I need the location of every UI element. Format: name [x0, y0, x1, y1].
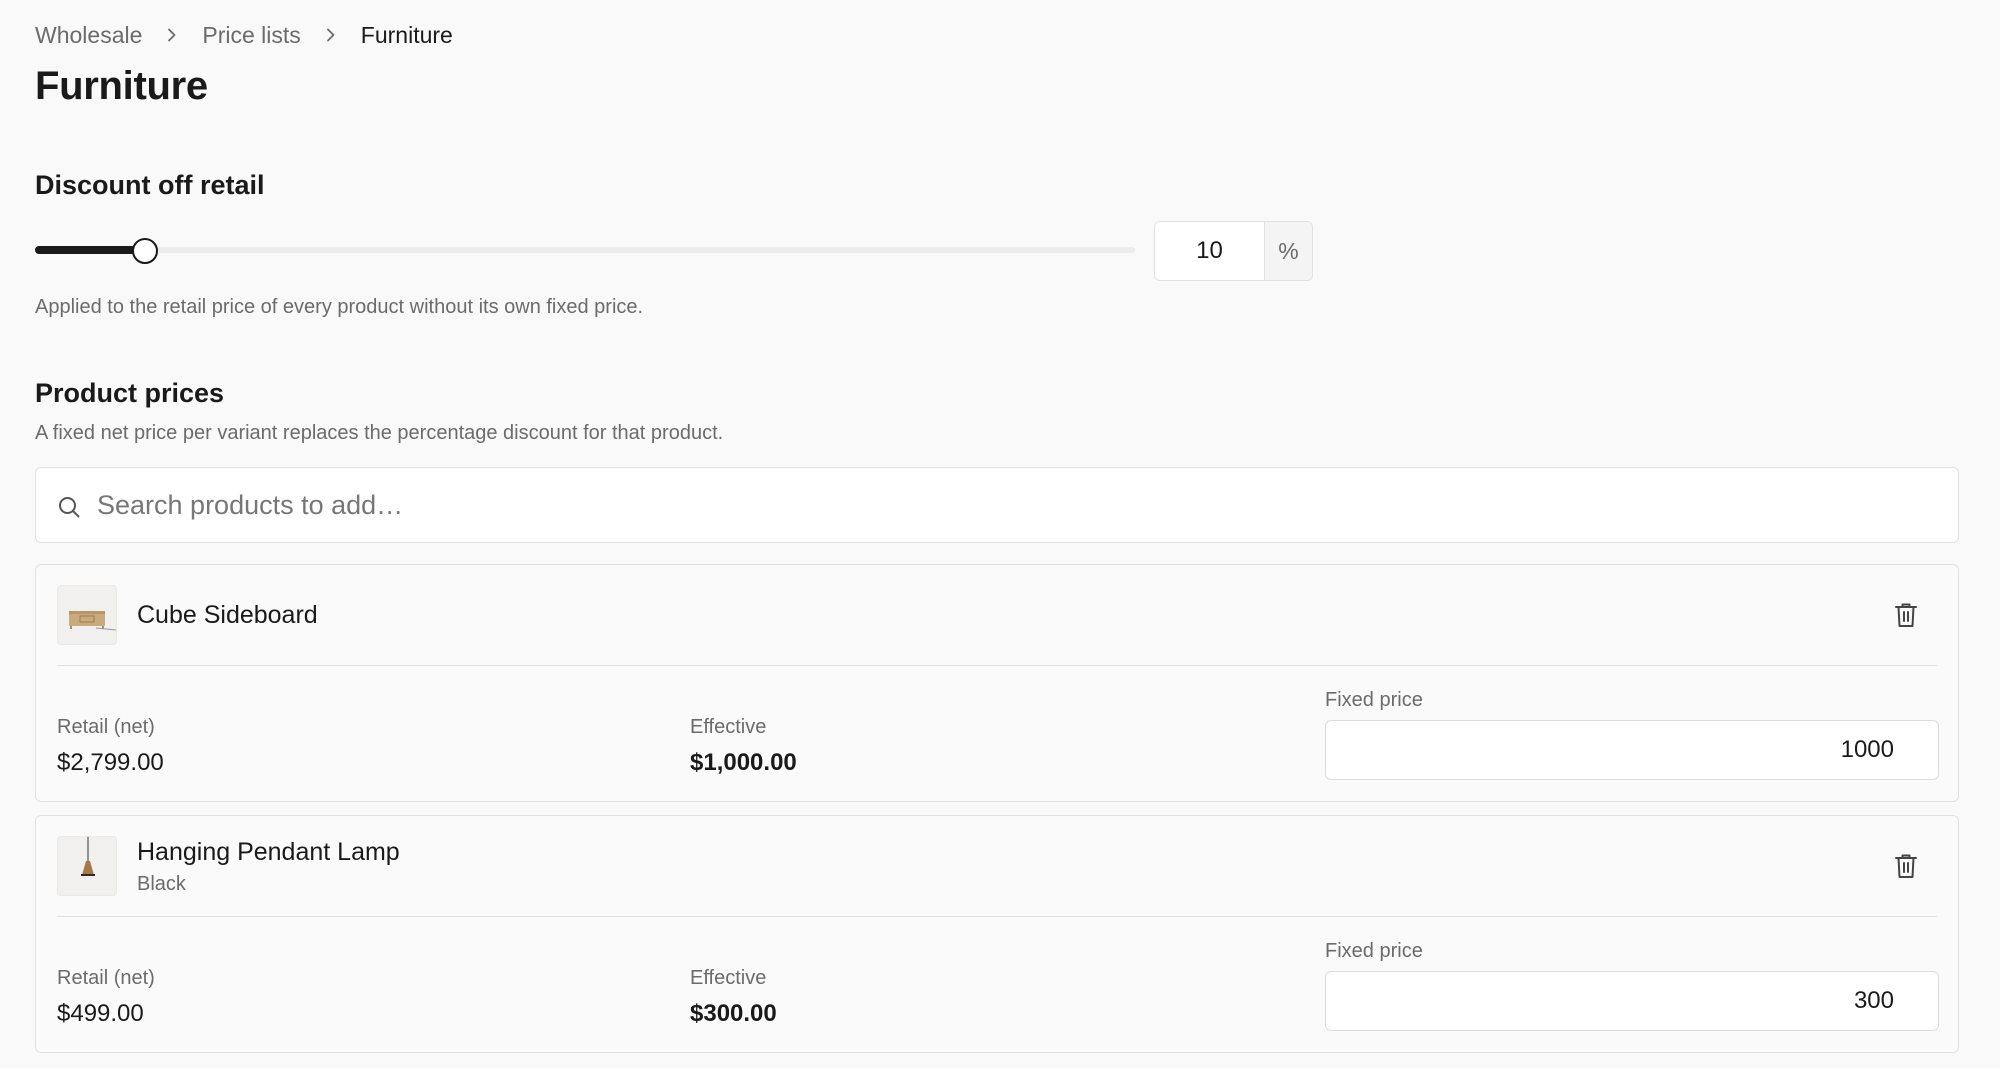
retail-label: Retail (net)	[57, 716, 155, 738]
product-name: Hanging Pendant Lamp	[137, 838, 400, 866]
pendant-lamp-thumbnail	[57, 836, 117, 896]
retail-value: $2,799.00	[57, 749, 164, 776]
discount-help-text: Applied to the retail price of every pro…	[35, 296, 644, 318]
discount-percent-field: %	[1154, 221, 1313, 281]
card-divider	[57, 916, 1937, 917]
page-title: Furniture	[35, 64, 208, 108]
fixed-price-input[interactable]	[1325, 720, 1939, 780]
effective-label: Effective	[690, 967, 767, 989]
price-list-page: Wholesale Price lists Furniture Furnitur…	[0, 0, 2000, 1068]
effective-value: $300.00	[690, 1000, 777, 1027]
sideboard-thumbnail	[57, 585, 117, 645]
delete-product-button[interactable]	[1892, 852, 1920, 880]
effective-label: Effective	[690, 716, 767, 738]
breadcrumb-price-lists[interactable]: Price lists	[202, 20, 300, 50]
product-prices-help-text: A fixed net price per variant replaces t…	[35, 422, 724, 444]
search-input[interactable]	[97, 468, 1937, 542]
effective-value: $1,000.00	[690, 749, 797, 776]
trash-icon	[1895, 603, 1917, 627]
discount-slider[interactable]	[35, 238, 1135, 264]
retail-label: Retail (net)	[57, 967, 155, 989]
card-divider	[57, 665, 1937, 666]
delete-product-button[interactable]	[1892, 601, 1920, 629]
fixed-price-label: Fixed price	[1325, 689, 1423, 711]
product-variant: Black	[137, 873, 186, 895]
breadcrumb: Wholesale Price lists Furniture	[35, 20, 453, 50]
slider-track	[35, 247, 1135, 253]
fixed-price-label: Fixed price	[1325, 940, 1423, 962]
product-name: Cube Sideboard	[137, 601, 318, 629]
product-card: Hanging Pendant Lamp Black Retail (net) …	[35, 815, 1959, 1053]
product-prices-title: Product prices	[35, 378, 225, 408]
fixed-price-input[interactable]	[1325, 971, 1939, 1031]
trash-icon	[1895, 854, 1917, 878]
product-search	[35, 467, 1959, 543]
discount-section-title: Discount off retail	[35, 170, 265, 200]
breadcrumb-current: Furniture	[360, 22, 453, 48]
slider-fill	[35, 246, 145, 254]
search-icon	[59, 497, 80, 518]
percent-suffix: %	[1264, 222, 1312, 280]
chevron-right-icon	[301, 28, 361, 42]
breadcrumb-wholesale[interactable]: Wholesale	[35, 20, 142, 50]
retail-value: $499.00	[57, 1000, 144, 1027]
chevron-right-icon	[142, 28, 202, 42]
slider-thumb[interactable]	[132, 238, 158, 264]
product-card: Cube Sideboard Retail (net) $2,799.00 Ef…	[35, 564, 1959, 802]
discount-percent-input[interactable]	[1155, 222, 1264, 280]
